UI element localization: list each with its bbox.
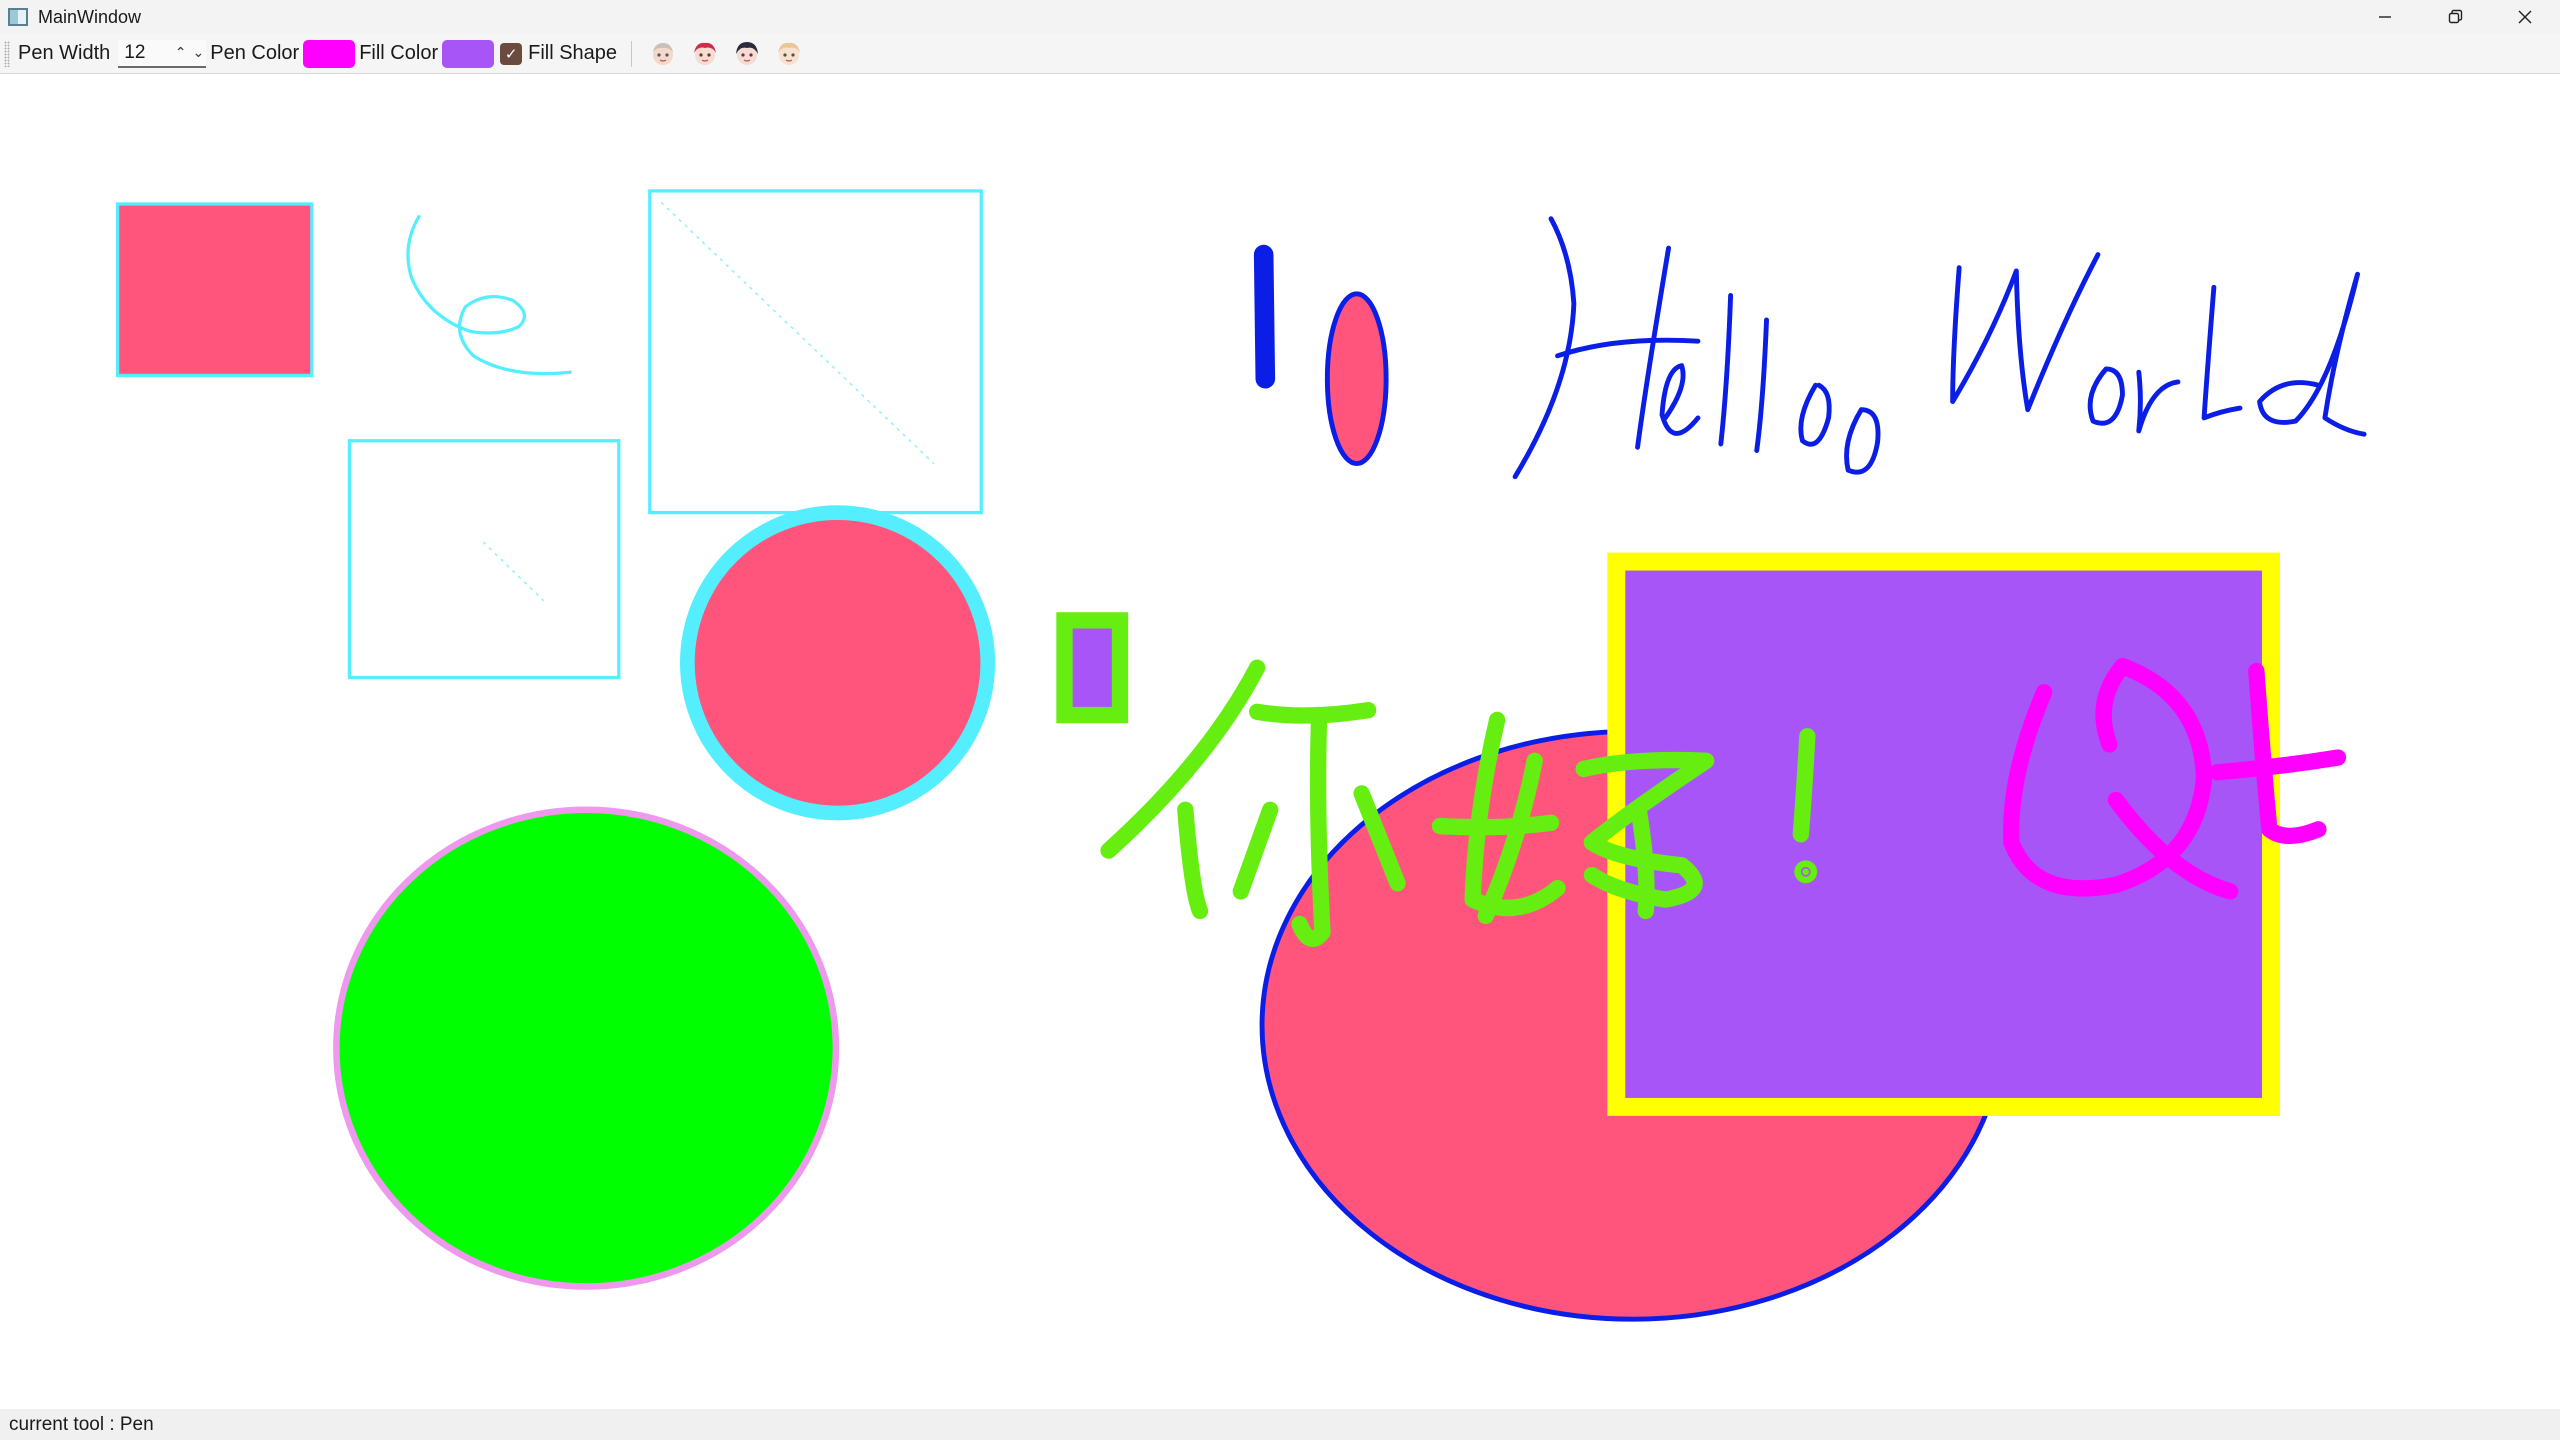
outlined-square-large (648, 189, 983, 515)
status-bar: current tool : Pen (0, 1409, 2560, 1440)
eraser-tool-button[interactable] (773, 38, 805, 70)
toolbar-separator (631, 40, 633, 67)
fill-color-label: Fill Color (359, 42, 439, 64)
cyan-scribble (406, 214, 572, 376)
restore-button[interactable] (2420, 0, 2490, 34)
eraser-tool-icon (778, 42, 801, 65)
window-controls (2350, 0, 2560, 34)
app-icon (8, 8, 28, 26)
blue-vertical-stroke (1253, 244, 1276, 389)
status-text: current tool : Pen (9, 1413, 154, 1435)
restore-icon (2448, 9, 2463, 24)
pen-color-label: Pen Color (210, 42, 300, 64)
drawing-canvas[interactable] (0, 75, 2560, 1409)
rectangle-tool-button[interactable] (689, 38, 721, 70)
fill-shape-label: Fill Shape (528, 42, 618, 64)
ellipse-tool-button[interactable] (731, 38, 763, 70)
faint-diagonal-small (482, 541, 545, 602)
fill-color-button[interactable] (442, 39, 495, 68)
minimize-icon (2379, 16, 2391, 18)
chevron-down-icon[interactable]: ⌄ (193, 44, 205, 61)
spinbox-arrows[interactable]: ⌃ ⌄ (175, 44, 204, 61)
window-title: MainWindow (38, 6, 142, 27)
pen-color-button[interactable] (303, 39, 356, 68)
ellipse-tool-icon (736, 41, 759, 65)
canvas-drawing (115, 189, 2367, 1322)
pink-circle (680, 505, 996, 821)
pink-small-ellipse (1324, 291, 1389, 467)
pen-width-value: 12 (124, 41, 146, 63)
purple-rectangle (1607, 552, 2280, 1116)
toolbar-grip[interactable] (4, 40, 10, 67)
rectangle-tool-icon (694, 42, 717, 65)
small-purple-rectangle (1056, 612, 1129, 724)
toolbar: Pen Width 12 ⌃ ⌄ Pen Color Fill Color ✓ … (0, 34, 2560, 74)
pen-tool-button[interactable] (647, 38, 679, 70)
title-bar: MainWindow (0, 0, 2560, 34)
green-circle (333, 806, 840, 1290)
handwriting-hello-world (1512, 216, 2367, 480)
pen-width-label: Pen Width (18, 42, 111, 64)
pen-tool-icon (653, 42, 674, 65)
chevron-up-icon[interactable]: ⌃ (175, 44, 187, 61)
close-button[interactable] (2490, 0, 2560, 34)
close-icon (2518, 10, 2532, 24)
filled-rectangle (115, 202, 314, 378)
fill-shape-checkbox[interactable]: ✓ (500, 42, 523, 65)
check-icon: ✓ (504, 45, 518, 63)
outlined-square-small (347, 439, 621, 680)
minimize-button[interactable] (2350, 0, 2420, 34)
faint-diagonal (660, 201, 935, 465)
pen-width-spinbox[interactable]: 12 ⌃ ⌄ (118, 39, 207, 68)
